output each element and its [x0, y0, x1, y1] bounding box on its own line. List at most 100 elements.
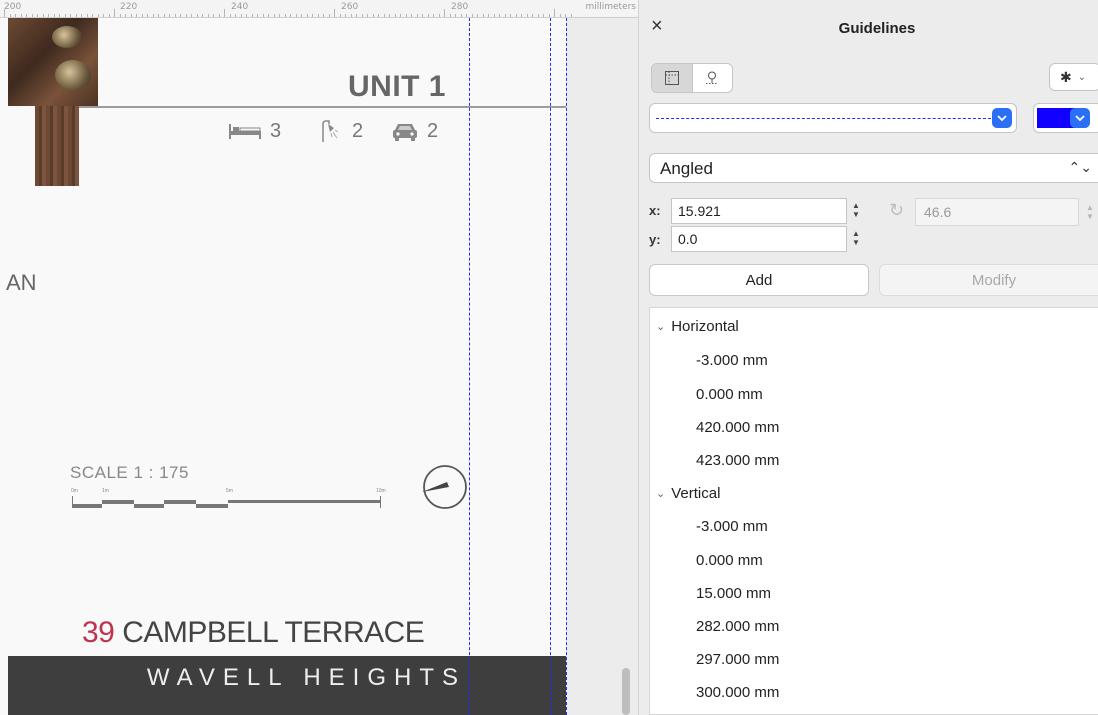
y-position-input[interactable] — [671, 226, 847, 252]
ruler-tick — [521, 14, 522, 17]
ruler-tick — [169, 14, 170, 17]
title-divider — [79, 106, 566, 108]
chevron-down-icon[interactable] — [1070, 108, 1090, 128]
ruler-tick — [224, 9, 225, 17]
vertical-guideline[interactable] — [469, 18, 470, 715]
angle-stepper[interactable]: ▲ ▼ — [1083, 200, 1097, 224]
ruler-tick — [75, 14, 77, 17]
vertical-guideline[interactable] — [566, 18, 567, 715]
pasteboard[interactable] — [566, 18, 638, 715]
ruler-tick — [251, 14, 253, 17]
bedrooms-info: 3 — [228, 118, 281, 144]
ruler-tick — [163, 14, 165, 17]
list-item[interactable]: 300.000 mm — [696, 684, 779, 701]
guide-type-value: Angled — [660, 159, 713, 178]
ruler-tick — [471, 14, 473, 17]
ruler-tick — [449, 14, 451, 17]
document-page[interactable]: UNIT 1 3 2 2 AN SCALE 1: 175 0m 1m 5m 1… — [0, 18, 566, 715]
ruler-tick — [427, 14, 429, 17]
ruler-tick — [53, 14, 55, 17]
ruler-tick — [4, 9, 5, 17]
y-stepper[interactable]: ▲ ▼ — [849, 226, 863, 250]
list-item[interactable]: 0.000 mm — [696, 552, 763, 569]
ruler-tick — [284, 14, 286, 17]
list-item[interactable]: 282.000 mm — [696, 618, 779, 635]
list-item[interactable]: 420.000 mm — [696, 419, 779, 436]
ruler-tick — [279, 14, 280, 17]
x-stepper[interactable]: ▲ ▼ — [849, 198, 863, 222]
object-guides-button[interactable] — [693, 64, 733, 92]
x-position-input[interactable] — [671, 198, 847, 224]
ruler-tick — [350, 14, 352, 17]
list-item[interactable]: 423.000 mm — [696, 452, 779, 469]
horizontal-ruler[interactable]: 200 220 240 260 280 millimeters — [0, 0, 638, 18]
angle-input[interactable]: 46.6 — [915, 198, 1079, 226]
document-guides-button[interactable] — [652, 64, 693, 92]
group-horizontal[interactable]: ⌄ Horizontal — [656, 318, 739, 335]
modify-button[interactable]: Modify — [879, 264, 1098, 296]
ruler-tick — [559, 14, 561, 17]
ruler-tick — [136, 14, 137, 17]
ruler-tick — [394, 14, 396, 17]
ruler-tick — [262, 14, 264, 17]
x-label: x: — [649, 203, 661, 218]
document-canvas[interactable]: 200 220 240 260 280 millimeters UNIT 1 3 — [0, 0, 638, 715]
chevron-down-icon[interactable]: ⌄ — [656, 320, 665, 333]
ruler-tick — [108, 14, 110, 17]
list-item[interactable]: 15.000 mm — [696, 585, 771, 602]
ruler-tick — [543, 14, 544, 17]
list-item[interactable]: 0.000 mm — [696, 386, 763, 403]
ruler-tick — [411, 14, 412, 17]
ruler-tick — [323, 14, 324, 17]
y-label: y: — [649, 232, 661, 247]
guides-list[interactable]: ⌄ Horizontal -3.000 mm 0.000 mm 420.000 … — [649, 307, 1098, 715]
scale-bar: 0m 1m 5m 10m — [71, 488, 386, 508]
ruler-tick — [466, 14, 467, 17]
panel-header: × Guidelines — [639, 0, 1098, 50]
ruler-tick — [290, 14, 291, 17]
ruler-tick — [268, 14, 269, 17]
ruler-tick — [317, 14, 319, 17]
ruler-tick — [548, 14, 550, 17]
chevron-down-icon[interactable]: ⌄ — [656, 487, 665, 500]
ruler-tick — [48, 14, 49, 17]
add-button[interactable]: Add — [649, 264, 869, 296]
page-guides-icon — [664, 71, 679, 85]
ruler-tick — [477, 14, 478, 17]
ruler-tick — [196, 14, 198, 17]
list-item[interactable]: -3.000 mm — [696, 518, 768, 535]
line-style-select[interactable] — [649, 103, 1017, 133]
plan-label-fragment: AN — [6, 270, 37, 295]
suburb-name: WAVELL HEIGHTS — [146, 664, 466, 691]
ruler-tick — [460, 14, 462, 17]
ruler-tick — [31, 14, 33, 17]
ruler-tick — [213, 14, 214, 17]
list-item[interactable]: -3.000 mm — [696, 352, 768, 369]
ruler-tick — [59, 14, 60, 17]
vertical-guideline[interactable] — [550, 18, 551, 715]
options-menu-button[interactable]: ✱ ⌄ — [1049, 63, 1098, 91]
guide-type-select[interactable]: Angled ⌃⌄ — [649, 153, 1098, 183]
guide-color-picker[interactable] — [1033, 103, 1098, 133]
suburb-banner: WAVELL HEIGHTS — [8, 656, 566, 715]
chevron-down-icon: ⌄ — [1077, 71, 1087, 83]
ruler-tick — [301, 14, 302, 17]
guidelines-panel: × Guidelines ✱ ⌄ Angled ⌃⌄ x: 15.921 ▲ ▼… — [638, 0, 1098, 715]
vertical-scrollbar[interactable] — [622, 668, 630, 715]
group-vertical[interactable]: ⌄ Vertical — [656, 485, 720, 502]
ruler-tick — [119, 14, 121, 17]
deck-image — [35, 106, 79, 186]
ruler-tick — [81, 14, 82, 17]
chevron-down-icon[interactable] — [992, 108, 1012, 128]
object-guides-icon — [706, 71, 719, 84]
ruler-tick — [504, 14, 506, 17]
ruler-tick — [438, 14, 440, 17]
list-item[interactable]: 297.000 mm — [696, 651, 779, 668]
ruler-tick — [125, 14, 126, 17]
ruler-tick — [383, 14, 385, 17]
ruler-tick — [103, 14, 104, 17]
ruler-tick — [246, 14, 247, 17]
ruler-tick — [130, 14, 132, 17]
scale-tick-label: 1m — [102, 488, 109, 494]
parking-count: 2 — [427, 119, 439, 142]
